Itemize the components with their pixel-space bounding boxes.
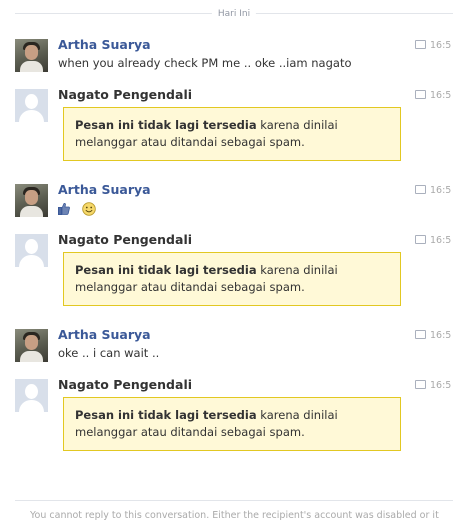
avatar-artha[interactable] xyxy=(15,39,48,72)
message-time: 16:5 xyxy=(415,234,451,248)
date-divider-label: Hari Ini xyxy=(211,7,257,21)
message-text: oke .. i can wait .. xyxy=(58,346,160,360)
reply-icon xyxy=(415,90,426,99)
smile-icon xyxy=(81,202,96,216)
sender-name[interactable]: Artha Suarya xyxy=(58,327,151,343)
footer-separator xyxy=(15,500,453,501)
avatar-artha[interactable] xyxy=(15,329,48,362)
thumbs-up-icon xyxy=(58,202,70,215)
unavailable-notice: Pesan ini tidak lagi tersedia karena din… xyxy=(63,397,401,451)
avatar-default[interactable] xyxy=(15,89,48,122)
sender-name[interactable]: Nagato Pengendali xyxy=(58,232,192,248)
unavailable-notice: Pesan ini tidak lagi tersedia karena din… xyxy=(63,107,401,161)
reply-icon xyxy=(415,380,426,389)
sender-name[interactable]: Nagato Pengendali xyxy=(58,377,192,393)
sender-name[interactable]: Artha Suarya xyxy=(58,37,151,53)
message-time: 16:5 xyxy=(415,379,451,393)
message-text: when you already check PM me .. oke ..ia… xyxy=(58,56,352,70)
avatar-artha[interactable] xyxy=(15,184,48,217)
message-time: 16:5 xyxy=(415,89,451,103)
reply-icon xyxy=(415,330,426,339)
reply-icon xyxy=(415,185,426,194)
sender-name[interactable]: Artha Suarya xyxy=(58,182,151,198)
reply-icon xyxy=(415,40,426,49)
reply-disabled-text: You cannot reply to this conversation. E… xyxy=(30,510,439,521)
message-time: 16:5 xyxy=(415,329,451,343)
reply-icon xyxy=(415,235,426,244)
sender-name[interactable]: Nagato Pengendali xyxy=(58,87,192,103)
message-emoticons xyxy=(58,202,96,217)
message-time: 16:5 xyxy=(415,184,451,198)
message-time: 16:5 xyxy=(415,39,451,53)
date-divider: Hari Ini xyxy=(15,7,453,21)
avatar-default[interactable] xyxy=(15,379,48,412)
avatar-default[interactable] xyxy=(15,234,48,267)
unavailable-notice: Pesan ini tidak lagi tersedia karena din… xyxy=(63,252,401,306)
